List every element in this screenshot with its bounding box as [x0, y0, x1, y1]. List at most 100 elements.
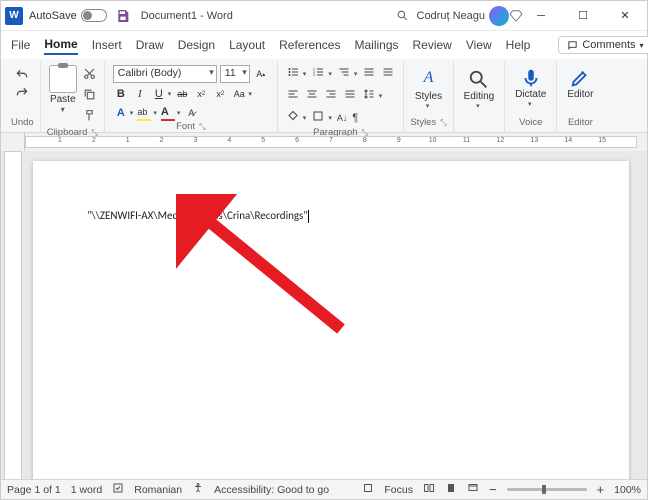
- font-color-button[interactable]: A: [160, 105, 176, 121]
- web-layout-button[interactable]: [467, 482, 479, 497]
- multilevel-list-button[interactable]: [337, 65, 351, 83]
- zoom-out-button[interactable]: −: [489, 482, 497, 497]
- editor-button[interactable]: Editor: [563, 63, 597, 100]
- tab-file[interactable]: File: [11, 36, 30, 54]
- save-icon[interactable]: [115, 8, 131, 24]
- premium-icon[interactable]: [509, 9, 523, 23]
- svg-text:3: 3: [313, 73, 315, 77]
- sort-button[interactable]: A↓: [337, 113, 348, 123]
- editing-button[interactable]: Editing ▾: [460, 63, 499, 110]
- tab-review[interactable]: Review: [413, 36, 452, 54]
- accessibility-icon[interactable]: [192, 482, 204, 497]
- minimize-button[interactable]: ─: [523, 2, 559, 30]
- language-indicator[interactable]: Romanian: [134, 484, 182, 496]
- paste-label: Paste: [50, 94, 76, 105]
- numbering-button[interactable]: 123: [311, 65, 325, 83]
- bullets-button[interactable]: [286, 65, 300, 83]
- chevron-down-icon[interactable]: ▾: [177, 109, 181, 117]
- chevron-down-icon[interactable]: ▾: [130, 109, 134, 117]
- chevron-down-icon[interactable]: ▾: [168, 90, 172, 98]
- shading-button[interactable]: [286, 109, 300, 127]
- tab-layout[interactable]: Layout: [229, 36, 265, 54]
- align-right-button[interactable]: [324, 87, 338, 105]
- undo-button[interactable]: [13, 67, 31, 83]
- chevron-down-icon[interactable]: ▾: [328, 114, 332, 122]
- styles-button[interactable]: A Styles ▾: [411, 63, 446, 110]
- show-marks-button[interactable]: ¶: [352, 112, 358, 124]
- tab-design[interactable]: Design: [178, 36, 215, 54]
- redo-button[interactable]: [13, 85, 31, 101]
- focus-label[interactable]: Focus: [384, 484, 413, 496]
- underline-button[interactable]: U: [151, 86, 167, 102]
- print-layout-button[interactable]: [445, 482, 457, 497]
- italic-button[interactable]: I: [132, 86, 148, 102]
- chevron-down-icon[interactable]: ▾: [426, 102, 430, 110]
- comments-button[interactable]: Comments ▾: [558, 36, 648, 54]
- zoom-level[interactable]: 100%: [614, 484, 641, 496]
- align-center-button[interactable]: [305, 87, 319, 105]
- chevron-down-icon[interactable]: ▾: [303, 114, 307, 122]
- subscript-button[interactable]: x2: [193, 86, 209, 102]
- tab-view[interactable]: View: [466, 36, 492, 54]
- chevron-down-icon: ▾: [640, 41, 644, 50]
- user-name[interactable]: Codruț Neagu: [417, 10, 486, 22]
- maximize-button[interactable]: ☐: [565, 2, 601, 30]
- copy-button[interactable]: [83, 88, 96, 106]
- tab-help[interactable]: Help: [506, 36, 531, 54]
- chevron-down-icon[interactable]: ▾: [476, 102, 480, 110]
- decrease-indent-button[interactable]: [362, 65, 376, 83]
- chevron-down-icon[interactable]: ▾: [61, 105, 65, 114]
- font-size-select[interactable]: 11: [220, 65, 250, 83]
- page[interactable]: "\\ZENWIFI-AX\Media\Movies\Crina\Recordi…: [33, 161, 629, 481]
- focus-icon[interactable]: [362, 482, 374, 497]
- word-count[interactable]: 1 word: [71, 484, 103, 496]
- chevron-down-icon[interactable]: ▾: [354, 70, 358, 78]
- superscript-button[interactable]: x2: [212, 86, 228, 102]
- close-button[interactable]: ✕: [607, 2, 643, 30]
- spellcheck-icon[interactable]: [112, 482, 124, 497]
- strikethrough-button[interactable]: ab: [174, 86, 190, 102]
- zoom-slider[interactable]: [507, 488, 587, 491]
- clear-formatting-button[interactable]: A̷: [183, 105, 199, 121]
- line-spacing-button[interactable]: [362, 87, 376, 105]
- dialog-launcher-icon[interactable]: ⤡: [199, 122, 205, 132]
- format-painter-button[interactable]: [83, 109, 96, 127]
- autosave-toggle[interactable]: AutoSave: [29, 9, 107, 22]
- paste-button[interactable]: Paste ▾: [47, 63, 79, 127]
- bold-button[interactable]: B: [113, 86, 129, 102]
- chevron-down-icon[interactable]: ▾: [248, 90, 252, 98]
- zoom-in-button[interactable]: +: [597, 482, 605, 497]
- horizontal-ruler[interactable]: 12123456789101112131415: [25, 136, 637, 148]
- justify-button[interactable]: [343, 87, 357, 105]
- chevron-down-icon[interactable]: ▾: [303, 70, 307, 78]
- borders-button[interactable]: [311, 109, 325, 127]
- text-effects-button[interactable]: A: [113, 105, 129, 121]
- chevron-down-icon[interactable]: ▾: [328, 70, 332, 78]
- accessibility-status[interactable]: Accessibility: Good to go: [214, 484, 329, 496]
- cut-button[interactable]: [83, 67, 96, 85]
- tab-references[interactable]: References: [279, 36, 340, 54]
- read-mode-button[interactable]: [423, 482, 435, 497]
- grow-font-button[interactable]: A▴: [253, 66, 269, 82]
- chevron-down-icon[interactable]: ▾: [153, 109, 157, 117]
- increase-indent-button[interactable]: [381, 65, 395, 83]
- tab-mailings[interactable]: Mailings: [354, 36, 398, 54]
- document-text[interactable]: "\\ZENWIFI-AX\Media\Movies\Crina\Recordi…: [87, 209, 308, 222]
- toggle-off-icon[interactable]: [81, 9, 107, 22]
- font-name-select[interactable]: Calibri (Body): [113, 65, 217, 83]
- change-case-button[interactable]: Aa: [231, 86, 247, 102]
- vertical-ruler[interactable]: [4, 151, 22, 481]
- align-left-button[interactable]: [286, 87, 300, 105]
- chevron-down-icon[interactable]: ▾: [528, 100, 532, 108]
- tab-home[interactable]: Home: [44, 35, 77, 55]
- highlight-button[interactable]: ab: [136, 105, 152, 121]
- dictate-button[interactable]: Dictate ▾: [511, 63, 550, 108]
- ribbon-tabs: File Home Insert Draw Design Layout Refe…: [1, 31, 647, 59]
- tab-insert[interactable]: Insert: [92, 36, 122, 54]
- user-avatar[interactable]: [489, 6, 509, 26]
- tab-draw[interactable]: Draw: [136, 36, 164, 54]
- search-icon[interactable]: [396, 9, 409, 22]
- dialog-launcher-icon[interactable]: ⤡: [440, 118, 446, 128]
- chevron-down-icon[interactable]: ▾: [379, 92, 383, 100]
- page-indicator[interactable]: Page 1 of 1: [7, 484, 61, 496]
